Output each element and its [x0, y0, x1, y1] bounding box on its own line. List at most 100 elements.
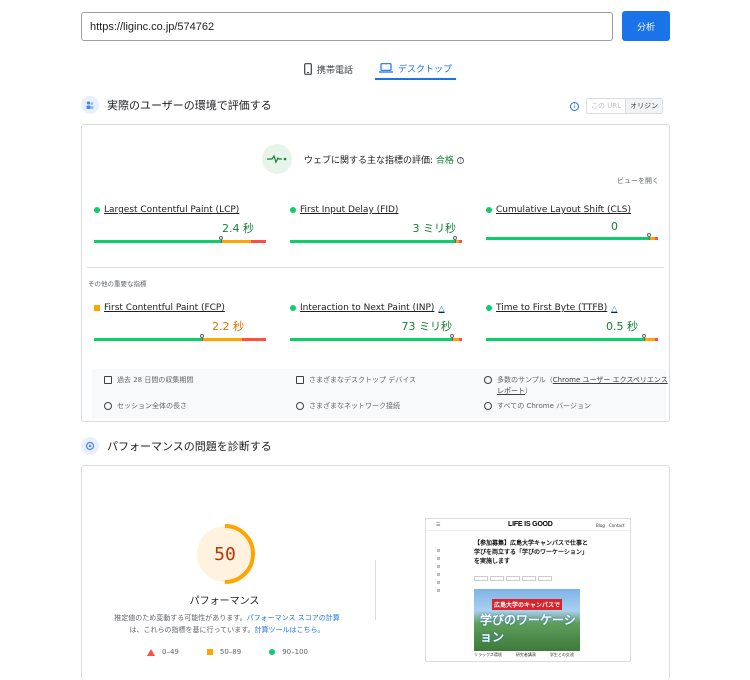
metric-fid-label: First Input Delay (FID): [300, 205, 399, 215]
metric-fid-value: 3 ミリ秒: [412, 222, 457, 235]
timer-icon: [104, 402, 112, 410]
preview-headline: 【参加募集】広島大学キャンパスで仕事と学びを両立する「学びのワーケーション」を実…: [474, 540, 589, 565]
average-square-icon: [94, 305, 100, 311]
analyze-button[interactable]: 分析: [622, 11, 670, 41]
url-input[interactable]: [81, 12, 613, 41]
preview-caption-2: 研究者講演: [515, 652, 536, 657]
preview-nav: ☰ LIFE IS GOOD Blog Contact: [426, 519, 630, 531]
info-samples: 多数のサンプル（Chrome ユーザー エクスペリエンス レポート）: [484, 375, 669, 397]
collection-info: 過去 28 日間の収集期間 さまざまなデスクトップ デバイス 多数のサンプル（C…: [92, 369, 669, 419]
info-period-text: 過去 28 日間の収集期間: [117, 376, 194, 384]
metric-lcp-bar: [94, 236, 266, 243]
tab-desktop[interactable]: デスクトップ: [375, 58, 457, 80]
tab-mobile[interactable]: 携帯電話: [300, 58, 357, 80]
note-text-1: 推定値のため変動する可能性があります。: [114, 614, 247, 622]
legend-average: 50–89: [206, 648, 241, 656]
metric-inp-label: Interaction to Next Paint (INP): [300, 303, 435, 313]
average-square-icon: [206, 649, 213, 655]
metric-fcp-value: 2.2 秒: [212, 320, 244, 333]
metric-lcp-value: 2.4 秒: [222, 222, 254, 235]
bar-good-segment: [94, 240, 222, 243]
metric-fid-name[interactable]: First Input Delay (FID): [290, 205, 462, 215]
preview-banner: 広島大学のキャンパスで: [492, 599, 563, 610]
toggle-group: この URL オリジン: [586, 98, 664, 114]
metric-cls: Cumulative Layout Shift (CLS) 0: [486, 205, 658, 240]
bar-poor-segment: [458, 240, 462, 243]
good-dot-icon: [269, 649, 276, 655]
diagnose-icon: [81, 437, 99, 455]
good-dot-icon: [94, 207, 100, 213]
metric-inp: Interaction to Next Paint (INP) △ 73 ミリ秒: [290, 303, 462, 341]
wifi-icon: [296, 402, 304, 410]
info-samples-suffix: ）: [525, 387, 532, 395]
metric-fid: First Input Delay (FID) 3 ミリ秒: [290, 205, 462, 243]
legend-poor: 0–49: [147, 648, 179, 656]
preview-big-text: 学びのワーケーション: [480, 613, 576, 644]
preview-caption-3: 学生との交流: [549, 652, 574, 657]
chrome-icon: [484, 402, 492, 410]
experimental-flask-icon: △: [611, 303, 618, 313]
info-versions: すべての Chrome バージョン: [484, 401, 591, 412]
page-screenshot-preview: ☰ LIFE IS GOOD Blog Contact 【参加募集】広島大学キャ…: [425, 518, 631, 662]
metric-fcp-bar: [94, 334, 266, 341]
info-samples-prefix: 多数のサンプル（: [497, 376, 553, 384]
people-icon: [484, 376, 492, 384]
performance-note: 推定値のため変動する可能性があります。パフォーマンス スコアの計算 は、これらの…: [102, 612, 352, 636]
device-tabs: 携帯電話 デスクトップ: [300, 58, 457, 82]
url-bar: 分析: [81, 10, 670, 42]
performance-score: 50: [214, 543, 236, 565]
metric-fid-bar: [290, 236, 462, 243]
preview-sidebar: [437, 549, 441, 597]
good-dot-icon: [290, 207, 296, 213]
metric-cls-name[interactable]: Cumulative Layout Shift (CLS): [486, 205, 658, 215]
metric-cls-value: 0: [611, 220, 618, 233]
field-data-card: ウェブに関する主な指標の評価: 合格? ビューを開く Largest Conte…: [81, 124, 670, 422]
metric-ttfb-label: Time to First Byte (TTFB): [496, 303, 608, 313]
metric-fcp: First Contentful Paint (FCP) 2.2 秒: [94, 303, 266, 341]
lab-section-title: パフォーマンスの問題を診断する: [107, 440, 272, 453]
good-dot-icon: [290, 305, 296, 311]
url-origin-toggle: i この URL オリジン: [570, 98, 664, 114]
bar-good-segment: [290, 240, 456, 243]
metric-lcp: Largest Contentful Paint (LCP) 2.4 秒: [94, 205, 266, 243]
poor-triangle-icon: [147, 648, 155, 656]
info-devices-text: さまざまなデスクトップ デバイス: [309, 376, 417, 384]
vertical-divider: [375, 560, 376, 620]
score-calc-link[interactable]: パフォーマンス スコアの計算: [247, 614, 340, 622]
bar-average-segment: [202, 338, 242, 341]
preview-caption-1: リラックス環境: [474, 652, 502, 657]
info-network: さまざまなネットワーク接続: [296, 401, 400, 412]
good-dot-icon: [486, 207, 492, 213]
preview-captions: リラックス環境 研究者講演 学生との交流: [474, 652, 574, 658]
legend-good-label: 90–100: [282, 648, 308, 656]
help-icon[interactable]: ?: [456, 156, 464, 164]
toggle-this-url[interactable]: この URL: [587, 99, 625, 113]
metric-ttfb-name[interactable]: Time to First Byte (TTFB) △: [486, 303, 658, 313]
bar-good-segment: [94, 338, 203, 341]
toggle-origin[interactable]: オリジン: [625, 99, 663, 113]
metric-ttfb: Time to First Byte (TTFB) △ 0.5 秒: [486, 303, 658, 341]
bar-good-segment: [486, 237, 650, 240]
field-section-title: 実際のユーザーの環境で評価する: [107, 99, 272, 112]
bar-poor-segment: [654, 338, 658, 341]
metric-lcp-name[interactable]: Largest Contentful Paint (LCP): [94, 205, 266, 215]
metric-ttfb-value: 0.5 秒: [606, 320, 638, 333]
tab-mobile-label: 携帯電話: [317, 65, 354, 76]
good-dot-icon: [486, 305, 492, 311]
preview-nav-blog: Blog: [596, 523, 605, 528]
metric-lcp-label: Largest Contentful Paint (LCP): [104, 205, 240, 215]
performance-label: パフォーマンス: [189, 596, 260, 607]
metric-inp-name[interactable]: Interaction to Next Paint (INP) △: [290, 303, 462, 313]
info-icon[interactable]: i: [570, 101, 579, 111]
p75-marker-icon: [449, 334, 454, 341]
info-session: セッション全体の長さ: [104, 401, 187, 412]
calculator-link[interactable]: 計算ツールはこちら。: [254, 626, 324, 634]
expand-view-link[interactable]: ビューを開く: [617, 176, 659, 186]
metric-cls-bar: [486, 233, 658, 240]
metric-fcp-name[interactable]: First Contentful Paint (FCP): [94, 303, 266, 313]
users-icon: [81, 96, 99, 114]
bar-poor-segment: [654, 237, 658, 240]
info-network-text: さまざまなネットワーク接続: [309, 402, 400, 410]
menu-icon: ☰: [436, 522, 441, 528]
phone-icon: [304, 63, 312, 75]
